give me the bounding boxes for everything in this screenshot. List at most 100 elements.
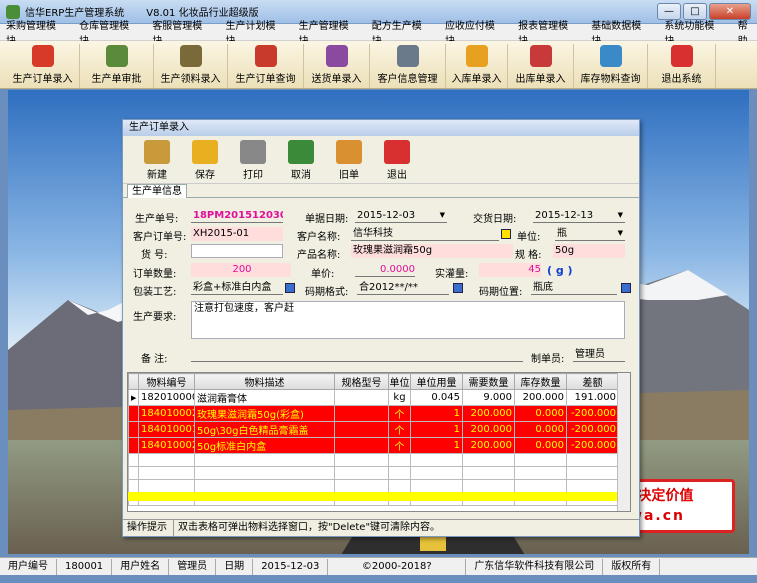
cust-pick-icon[interactable] [501, 229, 511, 239]
cell-need[interactable]: 200.000 [462, 421, 515, 438]
column-header[interactable]: 库存数量 [514, 373, 567, 390]
qty-input[interactable]: 200 [191, 263, 291, 277]
cell-unit[interactable]: 个 [388, 405, 411, 422]
fill-input[interactable]: 45 [479, 263, 541, 277]
cell-desc[interactable]: 50g\30g白色精品膏霜盖 [194, 421, 335, 438]
empty-cell[interactable] [462, 466, 515, 480]
table-row[interactable]: 184010001650g\30g白色精品膏霜盖 个1200.0000.000-2… [128, 421, 619, 438]
column-header[interactable]: 规格型号 [334, 373, 389, 390]
cell-need[interactable]: 200.000 [462, 437, 515, 454]
column-header[interactable]: 差额 [566, 373, 619, 390]
empty-cell[interactable] [514, 453, 567, 467]
unit-select[interactable]: 瓶 [555, 227, 625, 241]
cell-spec[interactable] [334, 437, 389, 454]
empty-cell[interactable] [138, 479, 195, 493]
cell-desc[interactable]: 滋润霜膏体 [194, 389, 335, 406]
empty-cell[interactable] [410, 466, 463, 480]
empty-cell[interactable] [334, 479, 389, 493]
table-row[interactable]: 1840100026玫瑰果滋润霜50g(彩盒) 个1200.0000.000-20… [128, 405, 619, 422]
order-no-field[interactable]: 18PM20151203001 [191, 209, 283, 223]
column-header[interactable]: 单位 [388, 373, 411, 390]
empty-cell[interactable] [138, 466, 195, 480]
cell-code[interactable]: 1840100029 [138, 437, 195, 454]
empty-row[interactable] [128, 466, 619, 480]
price-input[interactable]: 0.0000 [355, 263, 415, 277]
doc-date-picker[interactable]: 2015-12-03 [355, 209, 447, 223]
empty-cell[interactable] [194, 479, 335, 493]
empty-cell[interactable] [462, 453, 515, 467]
cell-spec[interactable] [334, 405, 389, 422]
column-header[interactable]: 物料描述 [194, 373, 335, 390]
cell-desc[interactable]: 50g标准白内盒 [194, 437, 335, 454]
empty-cell[interactable] [566, 453, 619, 467]
dialog-tool-0[interactable]: 新建 [133, 137, 181, 183]
cell-code[interactable]: 1840100026 [138, 405, 195, 422]
dialog-tool-2[interactable]: 打印 [229, 137, 277, 183]
spec-input[interactable]: 50g [553, 244, 625, 258]
remark-input[interactable] [191, 348, 523, 362]
cell-unit[interactable]: 个 [388, 437, 411, 454]
cell-unit[interactable]: kg [388, 389, 411, 406]
dialog-tool-4[interactable]: 旧单 [325, 137, 373, 183]
dialog-tool-1[interactable]: 保存 [181, 137, 229, 183]
cell-unit[interactable]: 个 [388, 421, 411, 438]
empty-cell[interactable] [388, 453, 411, 467]
empty-row[interactable] [128, 479, 619, 493]
cell-usage[interactable]: 1 [410, 421, 463, 438]
toolbar-button-2[interactable]: 生产领料录入 [154, 44, 228, 88]
toolbar-button-4[interactable]: 送货单录入 [304, 44, 370, 88]
toolbar-button-7[interactable]: 出库单录入 [508, 44, 574, 88]
toolbar-button-3[interactable]: 生产订单查询 [228, 44, 304, 88]
toolbar-button-0[interactable]: 生产订单录入 [6, 44, 80, 88]
empty-cell[interactable] [128, 453, 139, 467]
empty-cell[interactable] [388, 466, 411, 480]
column-header[interactable]: 单位用量 [410, 373, 463, 390]
empty-cell[interactable] [334, 466, 389, 480]
cell-usage[interactable]: 0.045 [410, 389, 463, 406]
item-no-input[interactable] [191, 244, 283, 258]
empty-cell[interactable] [410, 453, 463, 467]
cell-diff[interactable]: -200.000 [566, 437, 619, 454]
column-header[interactable]: 物料编号 [138, 373, 195, 390]
empty-cell[interactable] [410, 479, 463, 493]
cust-order-input[interactable]: XH2015-01 [191, 227, 283, 241]
table-row[interactable]: 184010002950g标准白内盒 个1200.0000.000-200.000 [128, 437, 619, 454]
dialog-tool-3[interactable]: 取消 [277, 137, 325, 183]
cell-stock[interactable]: 200.000 [514, 389, 567, 406]
cell-spec[interactable] [334, 389, 389, 406]
empty-cell[interactable] [514, 466, 567, 480]
empty-row[interactable] [128, 453, 619, 467]
expiry-pos-pick-icon[interactable] [621, 283, 631, 293]
empty-cell[interactable] [566, 479, 619, 493]
empty-cell[interactable] [334, 453, 389, 467]
cell-usage[interactable]: 1 [410, 437, 463, 454]
cell-usage[interactable]: 1 [410, 405, 463, 422]
empty-cell[interactable] [462, 479, 515, 493]
toolbar-button-6[interactable]: 入库单录入 [446, 44, 508, 88]
cell-code[interactable]: 1820100001 [138, 389, 195, 406]
cell-code[interactable]: 1840100016 [138, 421, 195, 438]
grid-scrollbar[interactable] [617, 373, 630, 511]
cell-diff[interactable]: -200.000 [566, 405, 619, 422]
cell-need[interactable]: 200.000 [462, 405, 515, 422]
cell-diff[interactable]: -200.000 [566, 421, 619, 438]
cell-stock[interactable]: 0.000 [514, 437, 567, 454]
empty-cell[interactable] [194, 453, 335, 467]
table-row[interactable]: ▶1820100001滋润霜膏体 kg0.0459.000200.000191.0… [128, 389, 619, 406]
pack-pick-icon[interactable] [285, 283, 295, 293]
expiry-fmt-pick-icon[interactable] [453, 283, 463, 293]
cust-name-field[interactable]: 信华科技 [351, 227, 499, 241]
empty-cell[interactable] [138, 453, 195, 467]
empty-cell[interactable] [128, 479, 139, 493]
product-input[interactable]: 玫瑰果滋润霜50g [351, 244, 513, 258]
empty-cell[interactable] [128, 466, 139, 480]
cell-diff[interactable]: 191.000 [566, 389, 619, 406]
toolbar-button-8[interactable]: 库存物料查询 [574, 44, 648, 88]
cell-need[interactable]: 9.000 [462, 389, 515, 406]
dialog-tool-5[interactable]: 退出 [373, 137, 421, 183]
empty-cell[interactable] [566, 466, 619, 480]
cell-desc[interactable]: 玫瑰果滋润霜50g(彩盒) [194, 405, 335, 422]
expiry-pos-field[interactable]: 瓶底 [531, 281, 617, 295]
toolbar-button-5[interactable]: 客户信息管理 [370, 44, 446, 88]
toolbar-button-1[interactable]: 生产单审批 [80, 44, 154, 88]
